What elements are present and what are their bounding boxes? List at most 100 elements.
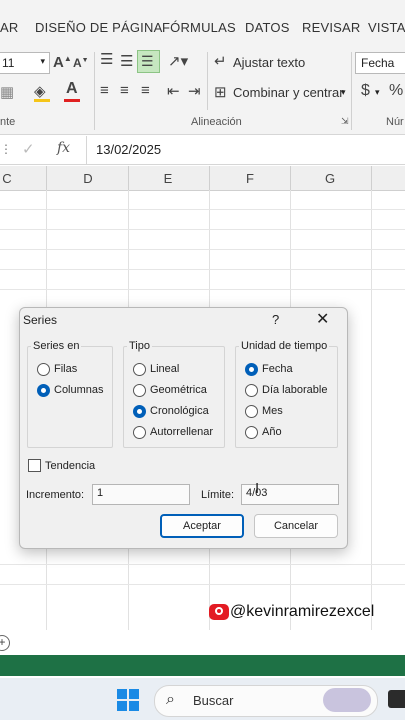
namebox-chevron-icon[interactable]: ⋮: [0, 142, 12, 156]
align-left-icon[interactable]: ≡: [100, 82, 109, 99]
currency-icon[interactable]: $: [361, 82, 370, 100]
divider: [94, 52, 95, 130]
divider: [46, 166, 47, 190]
radio-filas[interactable]: [37, 363, 50, 376]
radio-mes[interactable]: [245, 405, 258, 418]
radio-fecha[interactable]: [245, 363, 258, 376]
group-alignment-label: Alineación: [191, 116, 242, 128]
chevron-down-icon: ▾: [40, 56, 45, 66]
font-size-select[interactable]: 11 ▾: [0, 52, 50, 74]
orientation-icon[interactable]: ↗︎▾: [168, 52, 188, 70]
tab-formulas[interactable]: FÓRMULAS: [162, 20, 236, 35]
radio-lineal-label[interactable]: Lineal: [150, 363, 179, 375]
taskbar-app-icon[interactable]: [388, 690, 405, 708]
radio-filas-label[interactable]: Filas: [54, 363, 77, 375]
radio-dia-laborable-label[interactable]: Día laborable: [262, 384, 327, 396]
align-center-icon[interactable]: ≡: [120, 82, 129, 99]
checkmark-icon[interactable]: ✓: [22, 140, 35, 158]
number-format-value: Fecha: [361, 56, 395, 70]
column-header-g[interactable]: G: [320, 171, 340, 186]
grid-line: [0, 209, 405, 210]
increase-indent-icon[interactable]: ⇥: [188, 82, 201, 100]
tendencia-checkbox[interactable]: [28, 459, 41, 472]
radio-lineal[interactable]: [133, 363, 146, 376]
series-en-title: Series en: [31, 340, 82, 352]
divider: [290, 166, 291, 190]
close-icon[interactable]: ✕: [316, 309, 329, 329]
series-dialog: Series ? ✕ Series en Filas Columnas Tipo…: [19, 307, 348, 549]
font-color-icon[interactable]: A: [66, 80, 78, 98]
windows-start-icon[interactable]: [117, 689, 139, 711]
divider: [209, 166, 210, 190]
grid-line: [0, 289, 405, 290]
wrap-text-icon[interactable]: ↵: [214, 52, 227, 70]
radio-autorrellenar-label[interactable]: Autorrellenar: [150, 426, 213, 438]
align-bottom-button[interactable]: ☰: [137, 50, 160, 73]
align-right-icon[interactable]: ≡: [141, 82, 150, 99]
radio-geometrica[interactable]: [133, 384, 146, 397]
number-format-select[interactable]: Fecha: [355, 52, 405, 74]
column-header-c[interactable]: C: [0, 171, 17, 186]
percent-icon[interactable]: %: [389, 82, 403, 100]
text-cursor-icon: I: [255, 480, 260, 497]
series-en-group: [27, 346, 113, 448]
function-icon[interactable]: fx: [57, 140, 70, 156]
tab-insert-partial[interactable]: AR: [0, 20, 18, 35]
ribbon-tabs: AR DISEÑO DE PÁGINA FÓRMULAS DATOS REVIS…: [0, 0, 405, 46]
increase-font-icon[interactable]: A▲: [53, 54, 72, 71]
radio-dia-laborable[interactable]: [245, 384, 258, 397]
tab-view[interactable]: VISTA: [368, 20, 405, 35]
radio-mes-label[interactable]: Mes: [262, 405, 283, 417]
radio-cronologica-label[interactable]: Cronológica: [150, 405, 209, 417]
dialog-launcher-icon[interactable]: ⇲: [341, 116, 349, 127]
taskbar-search-placeholder: Buscar: [193, 693, 234, 708]
tab-review[interactable]: REVISAR: [302, 20, 360, 35]
borders-icon[interactable]: ▦: [0, 83, 14, 101]
incremento-input[interactable]: 1: [92, 484, 190, 505]
fill-color-swatch: [34, 99, 50, 102]
tab-data[interactable]: DATOS: [245, 20, 290, 35]
add-sheet-icon[interactable]: +: [0, 635, 10, 651]
watermark-text: @kevinramirezexcel: [230, 603, 375, 620]
merge-center-icon[interactable]: ⊞: [214, 83, 227, 101]
grid-line: [0, 269, 405, 270]
grid-line: [0, 229, 405, 230]
taskbar: ⌕ Buscar: [0, 678, 405, 720]
font-color-swatch: [64, 99, 80, 102]
wrap-text-button[interactable]: Ajustar texto: [233, 55, 305, 70]
chevron-down-icon[interactable]: ▾: [375, 87, 380, 98]
radio-ano-label[interactable]: Año: [262, 426, 282, 438]
incremento-label: Incremento:: [26, 489, 85, 501]
radio-fecha-label[interactable]: Fecha: [262, 363, 293, 375]
fill-color-icon[interactable]: ◈: [34, 82, 46, 100]
tipo-title: Tipo: [127, 340, 152, 352]
search-highlight-image: [323, 688, 371, 712]
tendencia-label[interactable]: Tendencia: [45, 460, 95, 472]
accept-button[interactable]: Aceptar: [160, 514, 244, 538]
column-header-d[interactable]: D: [78, 171, 98, 186]
radio-geometrica-label[interactable]: Geométrica: [150, 384, 207, 396]
limite-label: Límite:: [201, 489, 235, 501]
formula-bar: ⋮ ✓ fx 13/02/2025: [0, 136, 405, 165]
radio-cronologica[interactable]: [133, 405, 146, 418]
decrease-font-icon[interactable]: A▼: [73, 56, 89, 70]
merge-center-button[interactable]: Combinar y centrar: [233, 85, 344, 100]
youtube-icon: [209, 604, 229, 620]
column-headers: C D E F G: [0, 166, 405, 191]
column-header-f[interactable]: F: [240, 171, 260, 186]
formula-input[interactable]: 13/02/2025: [96, 142, 161, 157]
column-header-e[interactable]: E: [158, 171, 178, 186]
divider: [128, 166, 129, 190]
align-middle-icon[interactable]: ☰: [120, 52, 133, 70]
radio-columnas[interactable]: [37, 384, 50, 397]
align-top-icon[interactable]: ☰: [100, 50, 113, 68]
decrease-indent-icon[interactable]: ⇤: [167, 82, 180, 100]
taskbar-search-box[interactable]: ⌕ Buscar: [154, 685, 378, 717]
cancel-button[interactable]: Cancelar: [254, 514, 338, 538]
radio-ano[interactable]: [245, 426, 258, 439]
radio-autorrellenar[interactable]: [133, 426, 146, 439]
radio-columnas-label[interactable]: Columnas: [54, 384, 104, 396]
help-button[interactable]: ?: [272, 312, 279, 327]
tab-page-layout[interactable]: DISEÑO DE PÁGINA: [35, 20, 162, 35]
chevron-down-icon[interactable]: ▾: [341, 87, 346, 98]
